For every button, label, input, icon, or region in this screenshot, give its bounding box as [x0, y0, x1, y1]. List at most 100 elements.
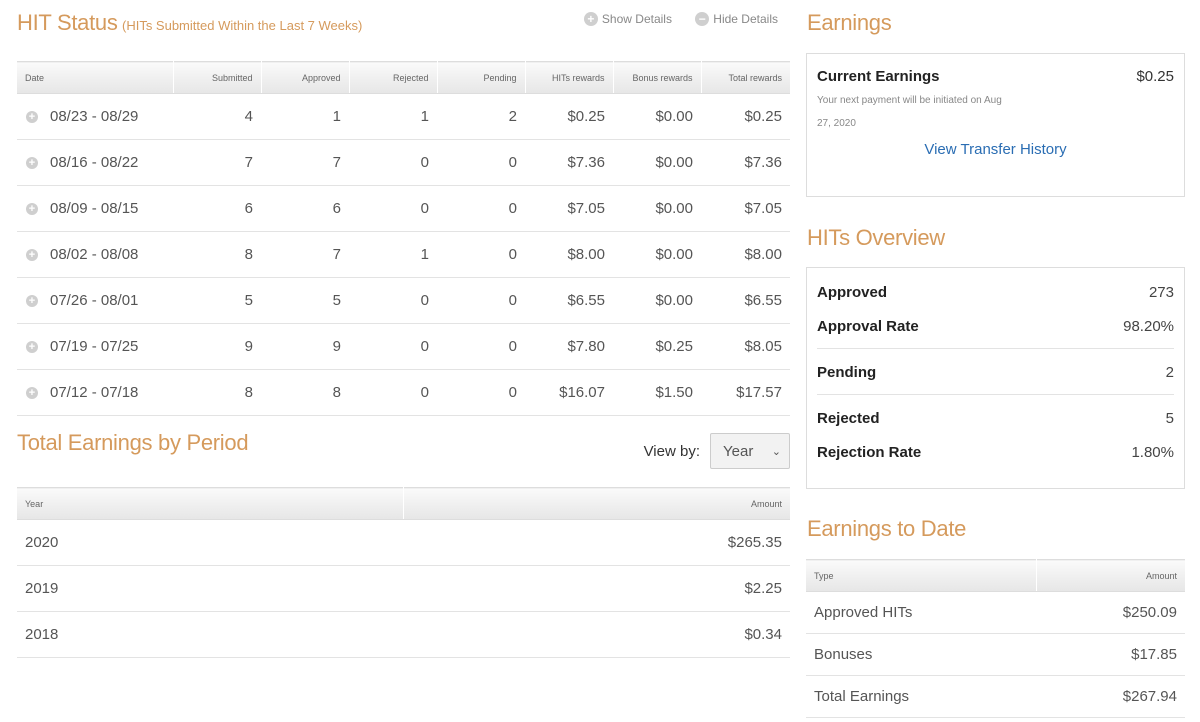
total-rewards-cell: $8.00 — [701, 231, 790, 278]
type-cell: Total Earnings — [806, 675, 1036, 718]
col-amount[interactable]: Amount — [403, 487, 790, 520]
expand-icon[interactable]: + — [26, 341, 38, 354]
hit-status-table: Date Submitted Approved Rejected Pending… — [17, 61, 790, 416]
col-amount[interactable]: Amount — [1036, 559, 1185, 592]
earnings-card: Current Earnings $0.25 Your next payment… — [806, 53, 1185, 197]
submitted-cell: 9 — [173, 323, 261, 370]
table-row: 2019 $2.25 — [17, 565, 790, 612]
hide-details-button[interactable]: − Hide Details — [695, 12, 778, 26]
date-cell[interactable]: +07/26 - 08/01 — [17, 277, 173, 324]
submitted-cell: 8 — [173, 369, 261, 416]
amount-cell: $0.34 — [403, 611, 790, 658]
rejected-cell: 1 — [349, 231, 437, 278]
expand-icon[interactable]: + — [26, 295, 38, 308]
date-range: 08/02 - 08/08 — [50, 246, 139, 263]
col-approved[interactable]: Approved — [261, 61, 350, 94]
pending-cell: 0 — [437, 139, 525, 186]
bonus-rewards-cell: $1.50 — [613, 369, 701, 416]
earnings-to-date-table: Type Amount Approved HITs $250.09 Bonuse… — [806, 559, 1185, 718]
rejected-label: Rejected — [817, 409, 880, 427]
hits-rewards-cell: $7.36 — [525, 139, 613, 186]
bonus-rewards-cell: $0.00 — [613, 93, 701, 140]
date-range: 08/09 - 08/15 — [50, 200, 139, 217]
approved-cell: 8 — [261, 369, 349, 416]
col-pending[interactable]: Pending — [437, 61, 526, 94]
view-by-label: View by: — [643, 442, 700, 460]
type-cell: Bonuses — [806, 633, 1036, 676]
table-row: 2018 $0.34 — [17, 611, 790, 658]
date-cell[interactable]: +08/02 - 08/08 — [17, 231, 173, 278]
total-rewards-cell: $6.55 — [701, 277, 790, 324]
approval-rate-label: Approval Rate — [817, 317, 919, 335]
rejected-cell: 0 — [349, 139, 437, 186]
detail-toggles: + Show Details − Hide Details — [564, 12, 778, 26]
current-earnings-value: $0.25 — [1136, 68, 1174, 85]
minus-circle-icon: − — [695, 12, 710, 26]
table-row: +08/23 - 08/29 4 1 1 2 $0.25 $0.00 $0.25 — [17, 93, 790, 140]
date-cell[interactable]: +08/09 - 08/15 — [17, 185, 173, 232]
approved-row: Approved 273 — [817, 275, 1174, 309]
chevron-down-icon: ⌄ — [771, 445, 781, 458]
hit-status-header: HIT Status (HITs Submitted Within the La… — [17, 10, 362, 40]
approval-rate-row: Approval Rate 98.20% — [817, 309, 1174, 343]
total-rewards-cell: $7.36 — [701, 139, 790, 186]
col-date[interactable]: Date — [17, 61, 174, 94]
hits-overview-card: Approved 273 Approval Rate 98.20% Pendin… — [806, 267, 1185, 489]
col-rejected[interactable]: Rejected — [349, 61, 438, 94]
col-bonus-rewards[interactable]: Bonus rewards — [613, 61, 702, 94]
col-total-rewards[interactable]: Total rewards — [701, 61, 790, 94]
total-rewards-cell: $17.57 — [701, 369, 790, 416]
approved-label: Approved — [817, 283, 888, 301]
approved-value: 273 — [1148, 283, 1174, 301]
submitted-cell: 5 — [173, 277, 261, 324]
date-range: 08/23 - 08/29 — [50, 108, 139, 125]
expand-icon[interactable]: + — [26, 249, 38, 262]
amount-cell: $17.85 — [1036, 633, 1185, 676]
hits-rewards-cell: $16.07 — [525, 369, 613, 416]
col-hits-rewards[interactable]: HITs rewards — [525, 61, 614, 94]
approval-rate-value: 98.20% — [1123, 317, 1174, 335]
date-cell[interactable]: +08/16 - 08/22 — [17, 139, 173, 186]
pending-label: Pending — [817, 363, 877, 381]
approved-cell: 1 — [261, 93, 349, 140]
date-cell[interactable]: +07/19 - 07/25 — [17, 323, 173, 370]
divider — [817, 348, 1174, 355]
col-type[interactable]: Type — [806, 559, 1037, 592]
approved-cell: 9 — [261, 323, 349, 370]
pending-cell: 0 — [437, 231, 525, 278]
earnings-to-date-header-row: Type Amount — [806, 559, 1185, 592]
expand-icon[interactable]: + — [26, 157, 38, 170]
table-row: +08/02 - 08/08 8 7 1 0 $8.00 $0.00 $8.00 — [17, 231, 790, 278]
date-range: 07/12 - 07/18 — [50, 384, 139, 401]
bonus-rewards-cell: $0.00 — [613, 231, 701, 278]
submitted-cell: 7 — [173, 139, 261, 186]
col-submitted[interactable]: Submitted — [173, 61, 262, 94]
view-by-control: View by: Year ⌄ — [644, 433, 790, 469]
view-transfer-history-link[interactable]: View Transfer History — [817, 141, 1174, 158]
rejected-cell: 0 — [349, 323, 437, 370]
expand-icon[interactable]: + — [26, 387, 38, 400]
hits-rewards-cell: $7.05 — [525, 185, 613, 232]
year-cell: 2019 — [17, 565, 403, 612]
amount-cell: $250.09 — [1036, 591, 1185, 634]
date-cell[interactable]: +08/23 - 08/29 — [17, 93, 173, 140]
date-range: 08/16 - 08/22 — [50, 154, 139, 171]
rejection-rate-row: Rejection Rate 1.80% — [817, 435, 1174, 469]
date-cell[interactable]: +07/12 - 07/18 — [17, 369, 173, 416]
table-row: 2020 $265.35 — [17, 519, 790, 566]
pending-cell: 0 — [437, 369, 525, 416]
earnings-to-date-title: Earnings to Date — [807, 516, 967, 541]
pending-cell: 2 — [437, 93, 525, 140]
col-year[interactable]: Year — [17, 487, 404, 520]
year-cell: 2018 — [17, 611, 403, 658]
pending-cell: 0 — [437, 323, 525, 370]
table-row: +07/12 - 07/18 8 8 0 0 $16.07 $1.50 $17.… — [17, 369, 790, 416]
expand-icon[interactable]: + — [26, 203, 38, 216]
type-cell: Approved HITs — [806, 591, 1036, 634]
show-details-button[interactable]: + Show Details — [583, 12, 672, 26]
amount-cell: $265.35 — [403, 519, 790, 566]
rejection-rate-value: 1.80% — [1131, 443, 1174, 461]
year-cell: 2020 — [17, 519, 403, 566]
expand-icon[interactable]: + — [26, 111, 38, 124]
view-by-select[interactable]: Year ⌄ — [710, 433, 790, 469]
